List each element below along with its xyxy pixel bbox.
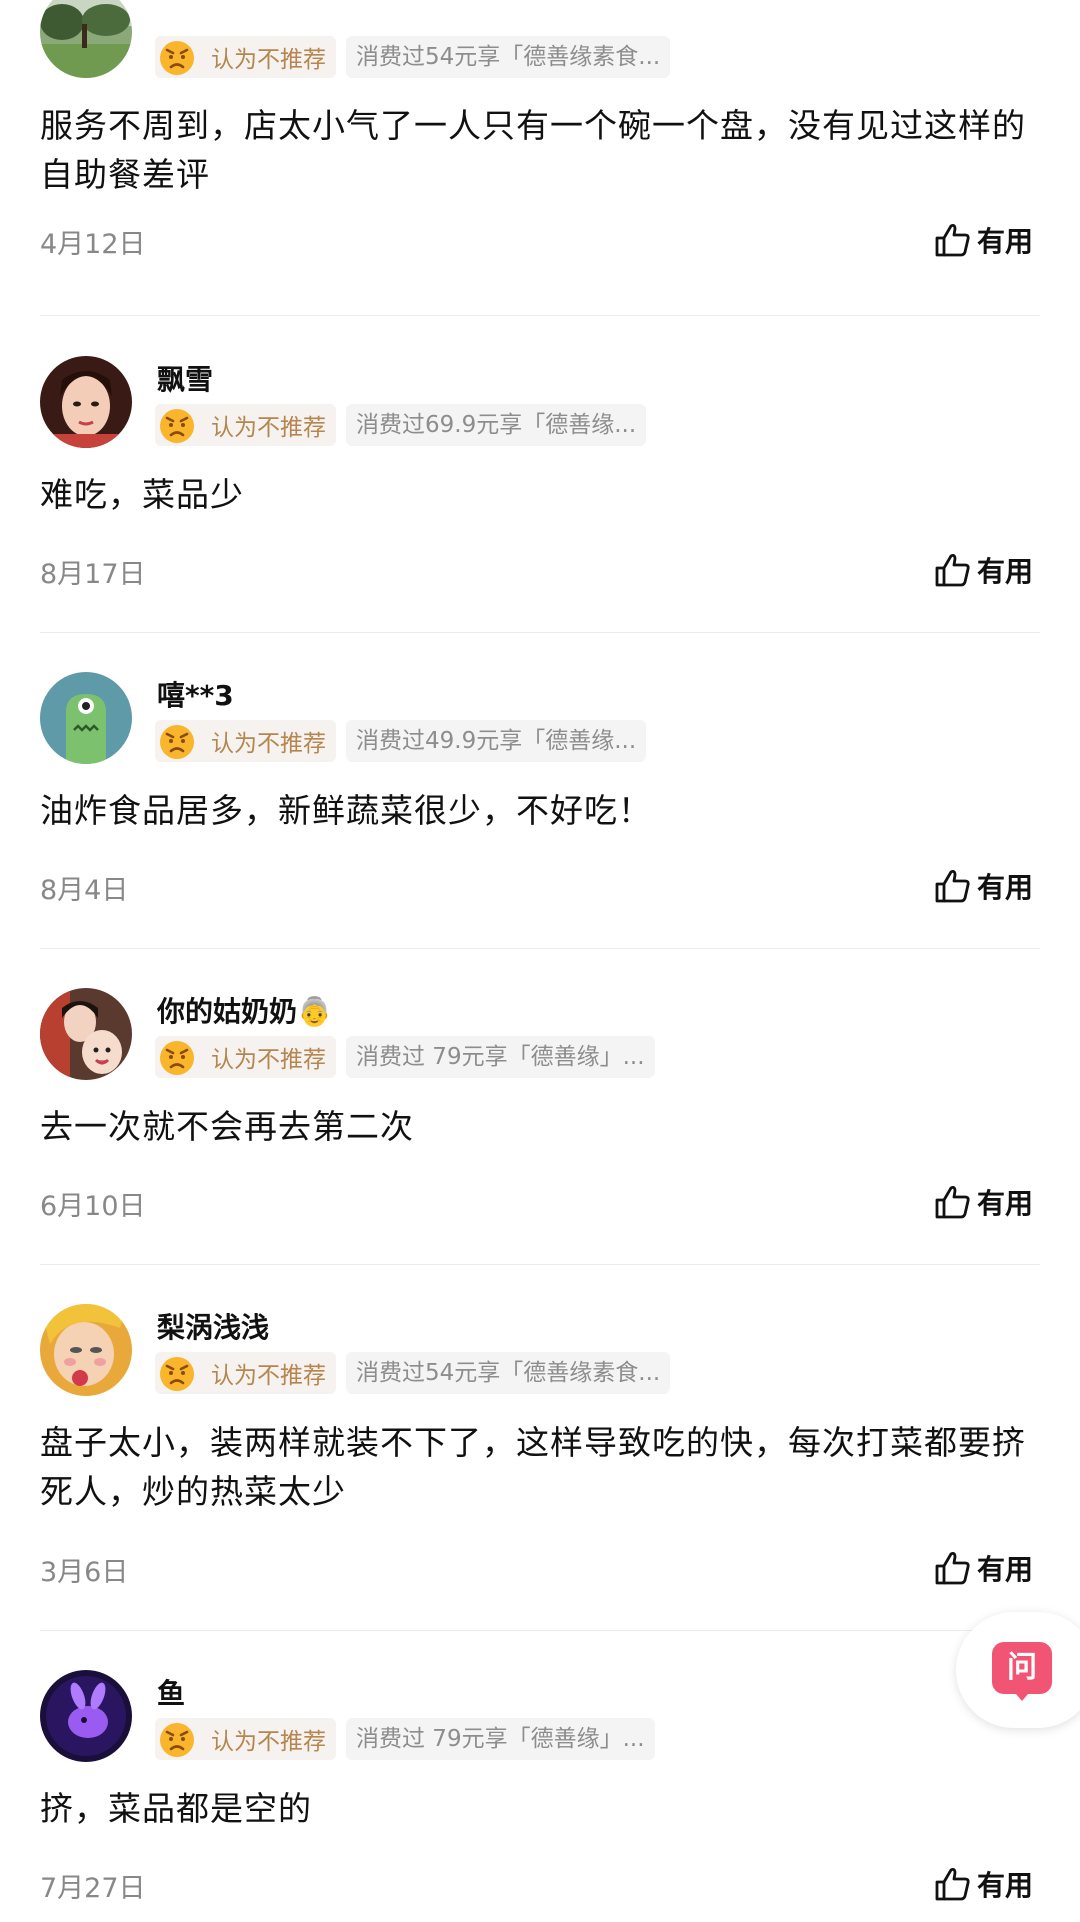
thumbs-up-icon (935, 1186, 970, 1219)
thumbs-up-icon (935, 224, 970, 257)
spend-tag[interactable]: 消费过69.9元享「德善缘... (346, 404, 647, 446)
mother-baby-avatar-icon[interactable] (40, 988, 132, 1080)
thumbs-up-icon (935, 554, 970, 587)
green-monster-avatar-icon[interactable] (40, 672, 132, 764)
review-date: 8月17日 (40, 559, 146, 590)
useful-button[interactable]: 有用 (933, 866, 1033, 906)
review-tags: 认为不推荐 消费过 79元享「德善缘」... (155, 1036, 655, 1078)
username: 鱼 (157, 1677, 186, 1710)
divider (40, 948, 1040, 949)
divider (40, 1264, 1040, 1265)
useful-button[interactable]: 有用 (933, 220, 1033, 260)
review-text[interactable]: 盘子太小，装两样就装不下了，这样导致吃的快，每次打菜都要挤死人，炒的热菜太少 (40, 1418, 1040, 1516)
ask-question-button[interactable]: 问 (956, 1612, 1080, 1728)
thumbs-up-icon (935, 1868, 970, 1901)
review-text[interactable]: 难吃，菜品少 (40, 470, 1040, 519)
unhappy-face-icon (160, 1723, 194, 1757)
review-text[interactable]: 去一次就不会再去第二次 (40, 1102, 1040, 1151)
unhappy-face-icon (160, 725, 194, 759)
recommend-label: 认为不推荐 (211, 731, 326, 757)
not-recommended-tag: 认为不推荐 (155, 36, 336, 78)
landscape-avatar-icon[interactable] (40, 0, 132, 78)
not-recommended-tag: 认为不推荐 (155, 1036, 336, 1078)
username: 你的姑奶奶👵 (157, 995, 332, 1028)
unhappy-face-icon (160, 1041, 194, 1075)
recommend-label: 认为不推荐 (211, 1047, 326, 1073)
woman-avatar-icon[interactable] (40, 356, 132, 448)
useful-button[interactable]: 有用 (933, 1548, 1033, 1588)
useful-label: 有用 (977, 1869, 1034, 1902)
review-date: 7月27日 (40, 1873, 146, 1904)
unhappy-face-icon (160, 41, 194, 75)
review-tags: 认为不推荐 消费过69.9元享「德善缘... (155, 404, 647, 446)
divider (40, 632, 1040, 633)
thumbs-up-icon (935, 1552, 970, 1585)
spend-tag[interactable]: 消费过54元享「德善缘素食... (346, 36, 671, 78)
spend-tag[interactable]: 消费过49.9元享「德善缘... (346, 720, 647, 762)
username: 飘雪 (157, 363, 214, 396)
divider (40, 1630, 1040, 1631)
recommend-label: 认为不推荐 (211, 1729, 326, 1755)
review-tags: 认为不推荐 消费过49.9元享「德善缘... (155, 720, 647, 762)
cartoon-face-avatar-icon[interactable] (40, 1304, 132, 1396)
review-date: 6月10日 (40, 1191, 146, 1222)
useful-button[interactable]: 有用 (933, 1864, 1033, 1904)
useful-label: 有用 (977, 225, 1034, 258)
purple-rabbit-avatar-icon[interactable] (40, 1670, 132, 1762)
not-recommended-tag: 认为不推荐 (155, 1352, 336, 1394)
not-recommended-tag: 认为不推荐 (155, 1718, 336, 1760)
useful-label: 有用 (977, 1553, 1034, 1586)
review-text[interactable]: 服务不周到，店太小气了一人只有一个碗一个盘，没有见过这样的自助餐差评 (40, 101, 1040, 199)
useful-label: 有用 (977, 1187, 1034, 1220)
review-tags: 认为不推荐 消费过54元享「德善缘素食... (155, 1352, 671, 1394)
spend-tag[interactable]: 消费过 79元享「德善缘」... (346, 1036, 655, 1078)
spend-tag[interactable]: 消费过54元享「德善缘素食... (346, 1352, 671, 1394)
thumbs-up-icon (935, 870, 970, 903)
recommend-label: 认为不推荐 (211, 47, 326, 73)
review-text[interactable]: 挤，菜品都是空的 (40, 1784, 1040, 1833)
review-date: 3月6日 (40, 1557, 129, 1588)
recommend-label: 认为不推荐 (211, 1363, 326, 1389)
not-recommended-tag: 认为不推荐 (155, 720, 336, 762)
review-date: 8月4日 (40, 875, 129, 906)
useful-button[interactable]: 有用 (933, 1182, 1033, 1222)
ask-label: 问 (1007, 1650, 1037, 1685)
review-tags: 认为不推荐 消费过54元享「德善缘素食... (155, 36, 671, 78)
username: 梨涡浅浅 (157, 1311, 270, 1344)
useful-button[interactable]: 有用 (933, 550, 1033, 590)
not-recommended-tag: 认为不推荐 (155, 404, 336, 446)
divider (40, 315, 1040, 316)
useful-label: 有用 (977, 871, 1034, 904)
review-text[interactable]: 油炸食品居多，新鲜蔬菜很少，不好吃！ (40, 786, 1040, 835)
recommend-label: 认为不推荐 (211, 415, 326, 441)
review-date: 4月12日 (40, 229, 146, 260)
username: 嘻**3 (157, 679, 234, 712)
spend-tag[interactable]: 消费过 79元享「德善缘」... (346, 1718, 655, 1760)
unhappy-face-icon (160, 1357, 194, 1391)
useful-label: 有用 (977, 555, 1034, 588)
unhappy-face-icon (160, 409, 194, 443)
review-tags: 认为不推荐 消费过 79元享「德善缘」... (155, 1718, 655, 1760)
